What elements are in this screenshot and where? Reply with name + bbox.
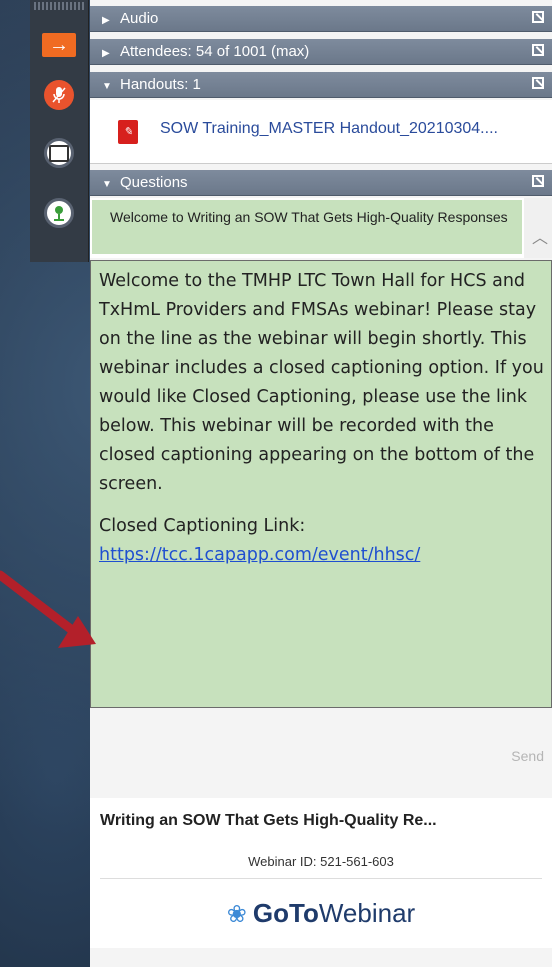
audio-section-header[interactable]: ▶ Audio [90,6,552,32]
toolbar-grip[interactable] [34,2,84,10]
handouts-section-header[interactable]: ▼ Handouts: 1 [90,72,552,98]
expand-triangle-icon: ▶ [102,15,110,26]
webinar-info-footer: Writing an SOW That Gets High-Quality Re… [90,798,552,948]
scrollbar[interactable]: ︿ [524,198,552,258]
screen-icon [44,138,74,168]
question-item[interactable]: Welcome to Writing an SOW That Gets High… [92,200,522,254]
webinar-title: Writing an SOW That Gets High-Quality Re… [100,812,437,829]
webcam-button[interactable] [39,196,79,230]
gotowebinar-flower-icon: ❀ [226,901,247,928]
webinar-id: Webinar ID: 521-561-603 [248,854,394,869]
mic-button[interactable] [39,78,79,112]
popout-icon[interactable] [532,44,544,56]
arrow-right-icon: → [42,33,76,57]
collapse-panel-button[interactable]: → [39,28,79,62]
screen-share-button[interactable] [39,136,79,170]
microphone-muted-icon [44,80,74,110]
send-button[interactable]: Send [511,748,544,764]
control-toolbar: → [30,0,89,262]
reply-input[interactable]: Send [90,708,552,799]
questions-list: Welcome to Writing an SOW That Gets High… [90,198,552,258]
handout-item[interactable]: ✎ SOW Training_MASTER Handout_20210304..… [90,100,552,164]
pdf-icon: ✎ [118,120,138,144]
webinar-control-panel: ▶ Audio ▶ Attendees: 54 of 1001 (max) ▼ Han… [90,0,552,967]
divider [100,878,542,879]
closed-captioning-label: Closed Captioning Link: [99,516,306,536]
questions-section-header[interactable]: ▼ Questions [90,170,552,196]
handout-filename[interactable]: SOW Training_MASTER Handout_20210304.... [160,120,498,138]
webcam-icon [44,198,74,228]
expand-triangle-icon: ▶ [102,48,110,59]
collapse-triangle-icon: ▼ [102,81,112,92]
question-message: Welcome to the TMHP LTC Town Hall for HC… [90,260,552,708]
chevron-up-icon[interactable]: ︿ [532,224,548,248]
popout-icon[interactable] [532,77,544,89]
collapse-triangle-icon: ▼ [102,179,112,190]
popout-icon[interactable] [532,175,544,187]
message-body: Welcome to the TMHP LTC Town Hall for HC… [99,271,544,494]
closed-captioning-link[interactable]: https://tcc.1capapp.com/event/hhsc/ [99,545,420,565]
attendees-section-header[interactable]: ▶ Attendees: 54 of 1001 (max) [90,39,552,65]
popout-icon[interactable] [532,11,544,23]
gotowebinar-logo: ❀ GoToWebinar [226,898,416,928]
